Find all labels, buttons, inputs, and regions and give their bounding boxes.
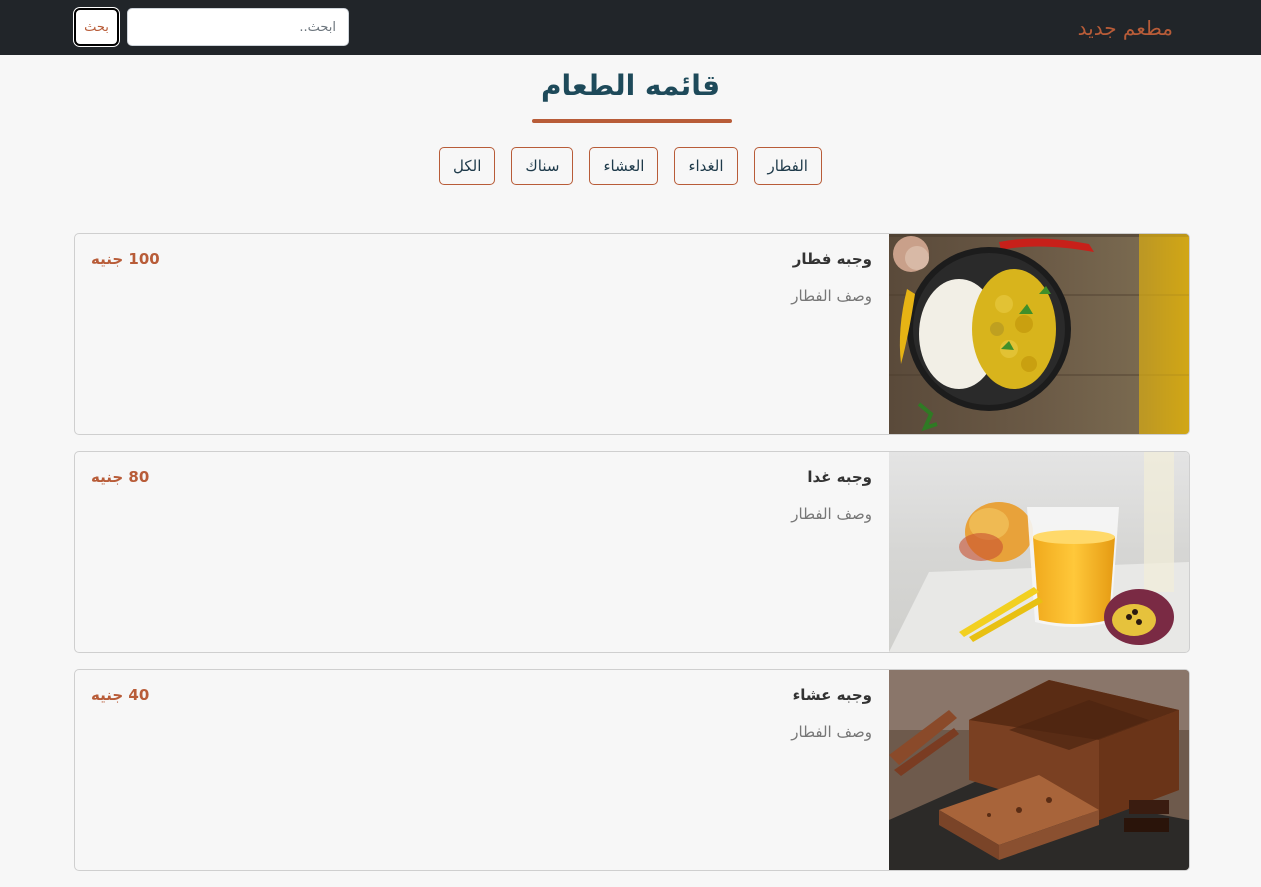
search-form: بحث [74, 8, 349, 46]
menu-item-price: 40 جنيه [91, 686, 150, 704]
menu-item-description: وصف الفطار [791, 287, 872, 305]
menu-item-card[interactable]: وجبه غدا وصف الفطار 80 جنيه [74, 451, 1190, 653]
filter-all-button[interactable]: الكل [439, 147, 496, 185]
menu-item-name: وجبه غدا [807, 468, 872, 486]
menu-item-card[interactable]: وجبه فطار وصف الفطار 100 جنيه [74, 233, 1190, 435]
navbar: مطعم جديد بحث [0, 0, 1261, 55]
filter-breakfast-button[interactable]: الفطار [753, 147, 822, 185]
menu-item-image-cake [889, 670, 1189, 870]
menu-list: وجبه فطار وصف الفطار 100 جنيه وجبه غدا و… [74, 233, 1190, 887]
category-filters: الفطار الغداء العشاء سناك الكل [0, 147, 1261, 185]
menu-item-card[interactable]: وجبه عشاء وصف الفطار 40 جنيه [74, 669, 1190, 871]
filter-lunch-button[interactable]: الغداء [674, 147, 738, 185]
filter-dinner-button[interactable]: العشاء [589, 147, 659, 185]
menu-item-description: وصف الفطار [791, 505, 872, 523]
menu-item-price: 100 جنيه [91, 250, 160, 268]
title-underline [532, 119, 732, 123]
menu-item-image-curry [889, 234, 1189, 434]
search-button[interactable]: بحث [74, 8, 119, 46]
menu-item-name: وجبه فطار [792, 250, 872, 268]
menu-item-image-juice [889, 452, 1189, 652]
menu-item-price: 80 جنيه [91, 468, 150, 486]
brand-link[interactable]: مطعم جديد [1078, 13, 1173, 43]
page-title: قائمه الطعام [540, 69, 721, 102]
menu-item-description: وصف الفطار [791, 723, 872, 741]
menu-item-name: وجبه عشاء [792, 686, 872, 704]
filter-snack-button[interactable]: سناك [511, 147, 574, 185]
search-input[interactable] [127, 8, 349, 46]
